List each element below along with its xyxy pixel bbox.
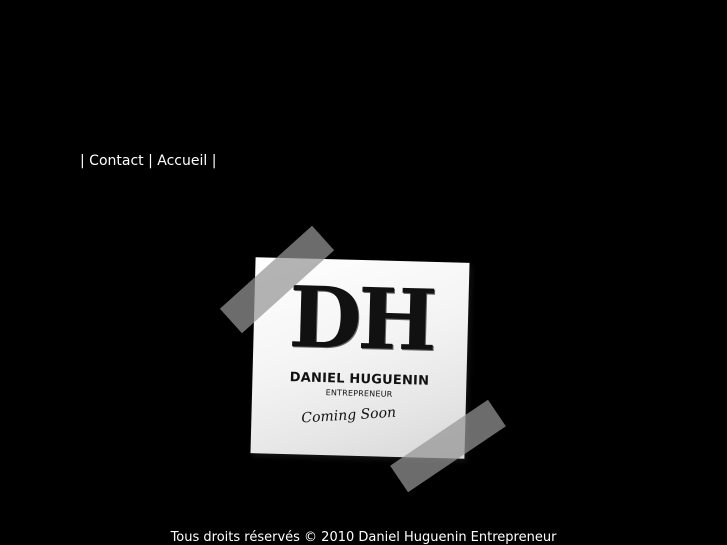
nav-separator: | <box>148 153 153 169</box>
coming-soon-label: Coming Soon <box>300 404 397 427</box>
nav-separator: | <box>211 153 217 169</box>
nav-link-contact[interactable]: Contact <box>89 153 143 169</box>
nav-separator: | <box>80 153 85 169</box>
main-nav: | Contact | Accueil | <box>80 152 216 170</box>
footer-copyright: Tous droits réservés © 2010 Daniel Hugue… <box>170 530 557 545</box>
nav-link-accueil[interactable]: Accueil <box>157 153 207 169</box>
dh-monogram-logo: DH <box>287 267 435 370</box>
coming-soon-note: DH DANIEL HUGUENIN ENTREPRENEUR Coming S… <box>215 220 510 493</box>
